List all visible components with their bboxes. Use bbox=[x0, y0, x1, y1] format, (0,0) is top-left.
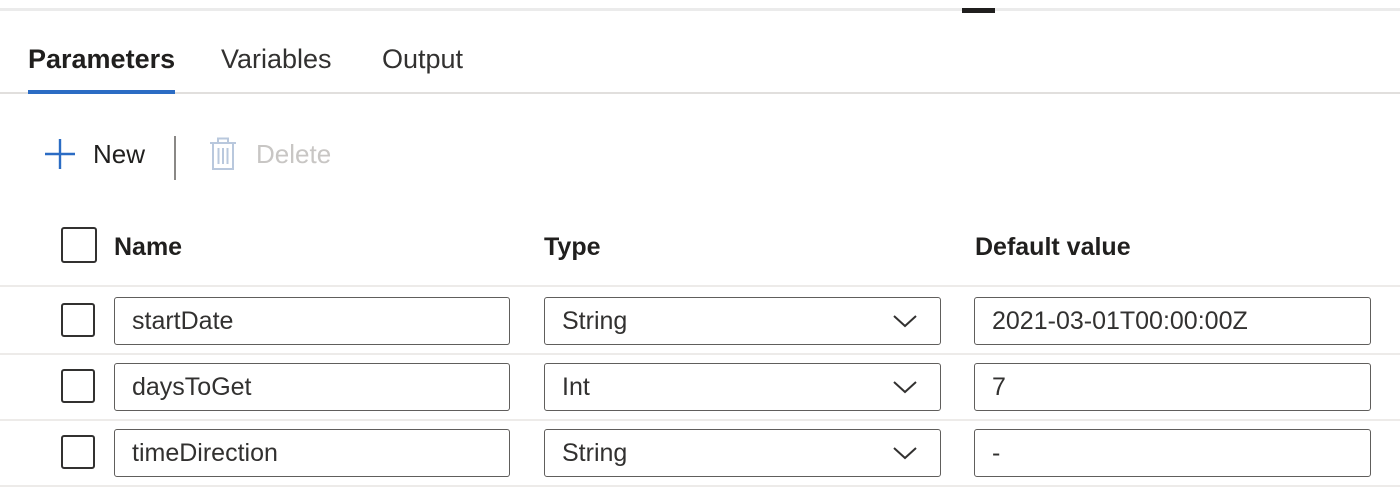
table-row: daysToGet Int 7 bbox=[0, 355, 1400, 421]
name-input[interactable]: startDate bbox=[114, 297, 510, 345]
toolbar-divider bbox=[174, 136, 176, 180]
table-row: timeDirection String - bbox=[0, 421, 1400, 487]
tab-output[interactable]: Output bbox=[382, 42, 463, 92]
toolbar: New Delete bbox=[0, 128, 700, 182]
column-header-default-value: Default value bbox=[975, 232, 1131, 261]
type-dropdown-value: String bbox=[562, 306, 628, 335]
default-value-input[interactable]: 7 bbox=[974, 363, 1371, 411]
plus-icon bbox=[42, 136, 78, 172]
new-button-label: New bbox=[93, 138, 146, 169]
default-value-input[interactable]: - bbox=[974, 429, 1371, 477]
type-dropdown[interactable]: String bbox=[544, 297, 941, 345]
row-checkbox[interactable] bbox=[61, 435, 95, 469]
delete-button[interactable]: Delete bbox=[205, 128, 331, 180]
delete-button-label: Delete bbox=[256, 138, 332, 169]
name-input[interactable]: timeDirection bbox=[114, 429, 510, 477]
name-input[interactable]: daysToGet bbox=[114, 363, 510, 411]
column-header-name: Name bbox=[114, 232, 183, 261]
select-all-checkbox[interactable] bbox=[61, 227, 97, 263]
chevron-down-icon bbox=[891, 443, 919, 463]
table-header: Name Type Default value bbox=[0, 221, 1400, 287]
new-button[interactable]: New bbox=[42, 128, 145, 180]
top-indicator bbox=[962, 8, 995, 13]
default-value-input[interactable]: 2021-03-01T00:00:00Z bbox=[974, 297, 1371, 345]
row-checkbox[interactable] bbox=[61, 303, 95, 337]
type-dropdown[interactable]: String bbox=[544, 429, 941, 477]
table-row: startDate String 2021-03-01T00:00:00Z bbox=[0, 289, 1400, 355]
top-bar bbox=[0, 0, 1400, 11]
type-dropdown-value: Int bbox=[562, 372, 590, 401]
chevron-down-icon bbox=[891, 311, 919, 331]
column-header-type: Type bbox=[544, 232, 601, 261]
row-checkbox[interactable] bbox=[61, 369, 95, 403]
tab-bar: Parameters Variables Output bbox=[0, 36, 1400, 94]
tab-variables[interactable]: Variables bbox=[221, 42, 332, 92]
type-dropdown[interactable]: Int bbox=[544, 363, 941, 411]
chevron-down-icon bbox=[891, 377, 919, 397]
trash-icon bbox=[205, 136, 241, 172]
type-dropdown-value: String bbox=[562, 438, 628, 467]
tab-parameters[interactable]: Parameters bbox=[28, 42, 176, 94]
